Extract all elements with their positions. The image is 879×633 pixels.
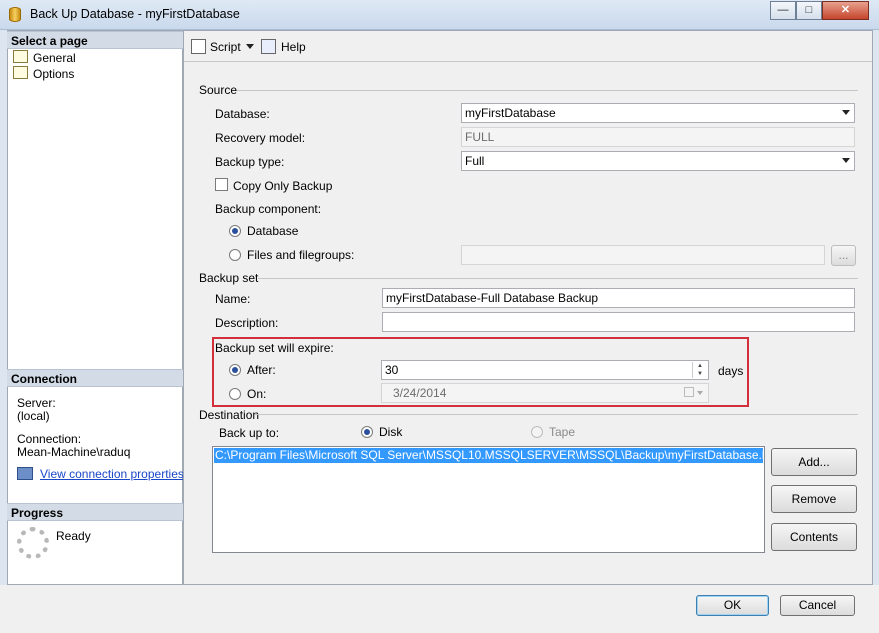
- copy-only-checkbox[interactable]: [215, 178, 228, 191]
- recovery-model-field: FULL: [461, 127, 855, 147]
- destination-title: Destination: [199, 408, 260, 422]
- server-label: Server:: [17, 396, 56, 410]
- connection-value: Mean-Machine\raduq: [17, 445, 131, 459]
- chevron-down-icon: [697, 391, 703, 395]
- page-item-options[interactable]: Options: [13, 66, 74, 82]
- close-button[interactable]: ✕: [822, 1, 869, 20]
- description-input[interactable]: [382, 312, 855, 332]
- database-label: Database:: [215, 107, 270, 121]
- remove-destination-button[interactable]: Remove: [771, 485, 857, 513]
- backup-to-tape-label: Tape: [549, 425, 576, 439]
- minimize-button[interactable]: —: [770, 1, 796, 20]
- progress-header: Progress: [7, 503, 183, 521]
- connection-properties-icon: [17, 467, 33, 480]
- expire-after-days-input[interactable]: 30 ▲ ▼: [381, 360, 709, 380]
- backup-set-title: Backup set: [199, 271, 259, 285]
- component-database-radio[interactable]: [229, 225, 241, 237]
- server-value: (local): [17, 409, 50, 423]
- cancel-button[interactable]: Cancel: [780, 595, 855, 616]
- progress-status: Ready: [56, 529, 91, 543]
- days-label: days: [718, 364, 744, 378]
- script-dropdown-icon[interactable]: [246, 44, 254, 49]
- calendar-icon: [684, 387, 694, 397]
- name-label: Name:: [215, 292, 251, 306]
- connection-header: Connection: [7, 369, 183, 387]
- page-icon: [13, 50, 28, 63]
- database-icon: [9, 7, 21, 22]
- backup-to-label: Back up to:: [219, 426, 280, 440]
- component-database-label: Database: [247, 224, 299, 238]
- description-label: Description:: [215, 316, 279, 330]
- backup-to-tape-radio[interactable]: [531, 426, 543, 438]
- help-icon: [261, 39, 276, 54]
- browse-filegroups-button[interactable]: ...: [831, 245, 856, 266]
- backup-to-disk-radio[interactable]: [361, 426, 373, 438]
- page-item-general[interactable]: General: [13, 50, 76, 66]
- spin-down-icon[interactable]: ▼: [692, 370, 707, 378]
- select-page-header: Select a page: [7, 31, 183, 49]
- database-select[interactable]: myFirstDatabase: [461, 103, 855, 123]
- source-divider: [237, 90, 858, 91]
- chevron-down-icon: [842, 158, 850, 163]
- script-icon: [191, 39, 206, 54]
- maximize-button[interactable]: □: [796, 1, 822, 20]
- script-button[interactable]: Script: [210, 40, 241, 54]
- expire-on-label: On:: [247, 387, 267, 401]
- destination-path-item[interactable]: C:\Program Files\Microsoft SQL Server\MS…: [214, 448, 763, 463]
- recovery-model-label: Recovery model:: [215, 131, 306, 145]
- add-destination-button[interactable]: Add...: [771, 448, 857, 476]
- filegroups-field: [461, 245, 825, 265]
- chevron-down-icon: [842, 110, 850, 115]
- destination-divider: [255, 414, 858, 415]
- progress-spinner-icon: [17, 527, 49, 559]
- backup-type-select[interactable]: Full: [461, 151, 855, 171]
- component-files-label: Files and filegroups:: [247, 248, 355, 262]
- window-title: Back Up Database - myFirstDatabase: [30, 7, 240, 21]
- name-input[interactable]: myFirstDatabase-Full Database Backup: [382, 288, 855, 308]
- backup-to-disk-label: Disk: [379, 425, 403, 439]
- spin-up-icon[interactable]: ▲: [692, 362, 707, 370]
- expire-on-radio[interactable]: [229, 388, 241, 400]
- component-files-radio[interactable]: [229, 249, 241, 261]
- contents-button[interactable]: Contents: [771, 523, 857, 551]
- source-title: Source: [199, 83, 238, 97]
- expire-label: Backup set will expire:: [215, 341, 334, 355]
- backup-set-divider: [258, 278, 858, 279]
- view-connection-properties-link[interactable]: View connection properties: [40, 467, 184, 481]
- help-button[interactable]: Help: [281, 40, 306, 54]
- page-icon: [13, 66, 28, 79]
- backup-type-label: Backup type:: [215, 155, 285, 169]
- connection-label: Connection:: [17, 432, 82, 446]
- backup-component-label: Backup component:: [215, 202, 322, 216]
- toolbar-divider: [184, 61, 872, 62]
- expire-after-radio[interactable]: [229, 364, 241, 376]
- expire-after-label: After:: [247, 363, 276, 377]
- ok-button[interactable]: OK: [696, 595, 769, 616]
- left-pane: [7, 30, 183, 585]
- expire-on-date-picker[interactable]: 3/24/2014: [381, 383, 709, 403]
- copy-only-label: Copy Only Backup: [233, 179, 333, 193]
